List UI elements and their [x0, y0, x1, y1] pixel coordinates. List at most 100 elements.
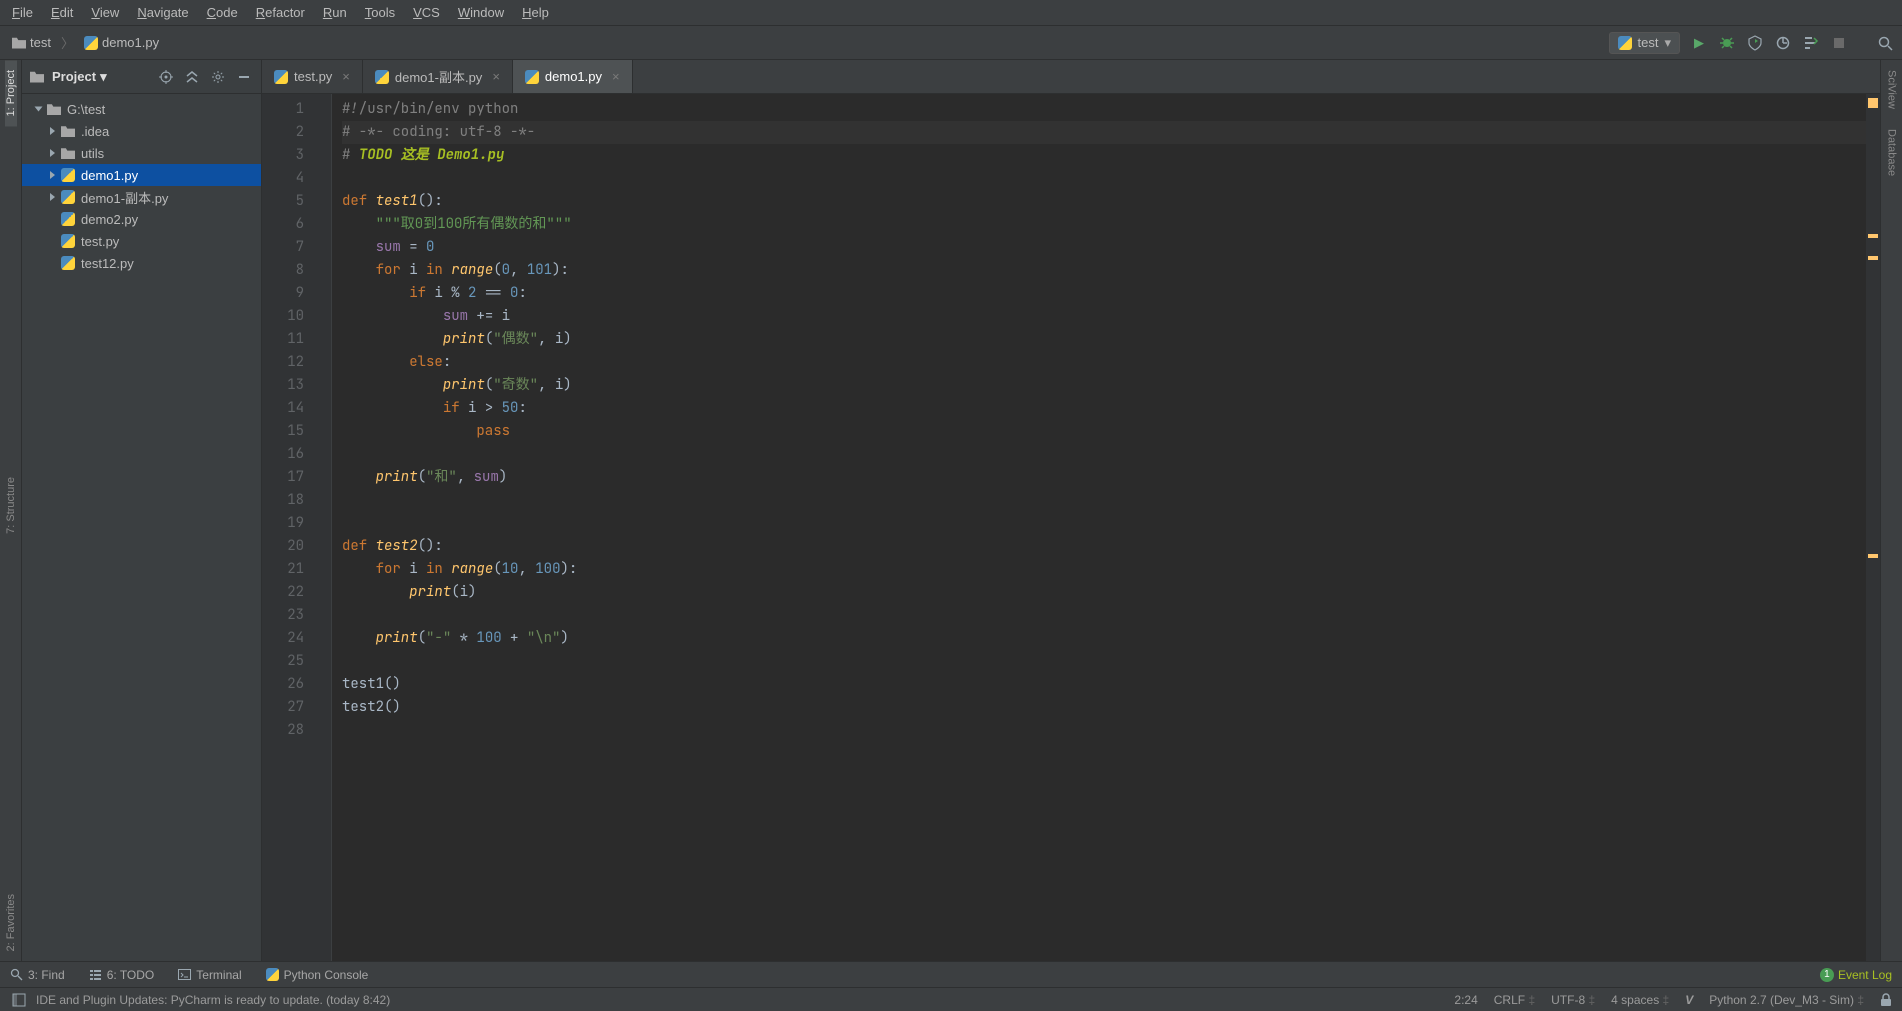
debug-button[interactable] [1718, 34, 1736, 52]
menu-help[interactable]: Help [514, 3, 557, 22]
stop-button[interactable] [1830, 34, 1848, 52]
menu-navigate[interactable]: Navigate [129, 3, 196, 22]
code-line-18[interactable] [342, 489, 1866, 512]
code-line-28[interactable] [342, 719, 1866, 742]
error-stripe[interactable] [1866, 94, 1880, 961]
run-config-selector[interactable]: test ▾ [1609, 32, 1681, 54]
hide-tool-window-button[interactable] [235, 68, 253, 86]
code-line-13[interactable]: print("奇数", i) [342, 374, 1866, 397]
menu-code[interactable]: Code [199, 3, 246, 22]
tool-tab----structure[interactable]: 7: Structure [5, 467, 17, 544]
python-interpreter[interactable]: Python 2.7 (Dev_M3 - Sim) ‡ [1709, 993, 1864, 1007]
tree-item--idea[interactable]: .idea [22, 120, 261, 142]
code-line-3[interactable]: # TODO 这是 Demo1.py [342, 144, 1866, 167]
breadcrumb-root[interactable]: test [8, 33, 55, 52]
close-tab-button[interactable]: × [342, 69, 350, 84]
editor-tab-demo1-py[interactable]: demo1.py× [513, 60, 633, 93]
inspection-indicator[interactable] [1868, 98, 1878, 108]
profile-button[interactable] [1774, 34, 1792, 52]
file-encoding[interactable]: UTF-8 ‡ [1551, 993, 1595, 1007]
project-view-selector[interactable]: Project ▾ [52, 69, 107, 85]
find-tool-button[interactable]: 3: Find [10, 968, 65, 982]
tree-item-demo1----py[interactable]: demo1-副本.py [22, 186, 261, 208]
code-line-9[interactable]: if i % 2 == 0: [342, 282, 1866, 305]
collapse-all-button[interactable] [183, 68, 201, 86]
caret-position[interactable]: 2:24 [1454, 993, 1477, 1007]
warning-marker[interactable] [1868, 234, 1878, 238]
code-line-14[interactable]: if i > 50: [342, 397, 1866, 420]
chevron-down-icon[interactable] [35, 107, 43, 112]
tree-item-g--test[interactable]: G:\test [22, 98, 261, 120]
line-separator[interactable]: CRLF ‡ [1494, 993, 1535, 1007]
code-editor[interactable]: #!/usr/bin/env python# -*- coding: utf-8… [332, 94, 1866, 961]
run-button[interactable]: ▶ [1690, 34, 1708, 52]
coverage-button[interactable] [1746, 34, 1764, 52]
code-line-16[interactable] [342, 443, 1866, 466]
chevron-right-icon[interactable] [50, 193, 55, 201]
fold-gutter[interactable] [318, 94, 332, 961]
python-console-button[interactable]: Python Console [266, 968, 369, 982]
code-line-2[interactable]: # -*- coding: utf-8 -*- [342, 121, 1866, 144]
code-line-7[interactable]: sum = 0 [342, 236, 1866, 259]
editor-tab-test-py[interactable]: test.py× [262, 60, 363, 93]
tree-item-utils[interactable]: utils [22, 142, 261, 164]
close-tab-button[interactable]: × [492, 69, 500, 84]
menu-refactor[interactable]: Refactor [248, 3, 313, 22]
readonly-toggle[interactable] [1880, 993, 1892, 1007]
menu-run[interactable]: Run [315, 3, 355, 22]
tool-tab----favorites[interactable]: 2: Favorites [5, 884, 17, 961]
line-number-gutter[interactable]: 1234567891011121314151617181920212223242… [262, 94, 318, 961]
event-log-button[interactable]: 1 Event Log [1820, 968, 1892, 982]
todo-tool-button[interactable]: 6: TODO [89, 968, 155, 982]
menu-tools[interactable]: Tools [357, 3, 403, 22]
warning-marker[interactable] [1868, 554, 1878, 558]
editor-tab-demo1----py[interactable]: demo1-副本.py× [363, 60, 513, 93]
indent-config[interactable]: 4 spaces ‡ [1611, 993, 1669, 1007]
menu-file[interactable]: File [4, 3, 41, 22]
code-line-17[interactable]: print("和", sum) [342, 466, 1866, 489]
code-line-24[interactable]: print("-" * 100 + "\n") [342, 627, 1866, 650]
chevron-right-icon[interactable] [50, 171, 55, 179]
terminal-tool-button[interactable]: Terminal [178, 968, 241, 982]
code-line-1[interactable]: #!/usr/bin/env python [342, 98, 1866, 121]
code-line-21[interactable]: for i in range(10, 100): [342, 558, 1866, 581]
menu-edit[interactable]: Edit [43, 3, 81, 22]
search-everywhere-button[interactable] [1876, 34, 1894, 52]
breadcrumb-file[interactable]: demo1.py [80, 33, 163, 52]
menu-window[interactable]: Window [450, 3, 512, 22]
warning-marker[interactable] [1868, 256, 1878, 260]
code-line-22[interactable]: print(i) [342, 581, 1866, 604]
code-line-8[interactable]: for i in range(0, 101): [342, 259, 1866, 282]
code-line-20[interactable]: def test2(): [342, 535, 1866, 558]
code-line-25[interactable] [342, 650, 1866, 673]
code-line-6[interactable]: """取0到100所有偶数的和""" [342, 213, 1866, 236]
tool-tab----project[interactable]: 1: Project [5, 60, 17, 126]
settings-button[interactable] [209, 68, 227, 86]
code-line-23[interactable] [342, 604, 1866, 627]
code-line-26[interactable]: test1() [342, 673, 1866, 696]
project-tree[interactable]: G:\test.ideautilsdemo1.pydemo1-副本.pydemo… [22, 94, 261, 961]
code-line-10[interactable]: sum += i [342, 305, 1866, 328]
tree-item-demo2-py[interactable]: demo2.py [22, 208, 261, 230]
tool-tab-database[interactable]: Database [1886, 119, 1898, 186]
tree-item-demo1-py[interactable]: demo1.py [22, 164, 261, 186]
code-line-4[interactable] [342, 167, 1866, 190]
vim-indicator[interactable]: V [1685, 993, 1693, 1007]
close-tab-button[interactable]: × [612, 69, 620, 84]
code-line-27[interactable]: test2() [342, 696, 1866, 719]
chevron-right-icon[interactable] [50, 127, 55, 135]
menu-vcs[interactable]: VCS [405, 3, 448, 22]
code-line-5[interactable]: def test1(): [342, 190, 1866, 213]
tree-item-test12-py[interactable]: test12.py [22, 252, 261, 274]
tree-item-test-py[interactable]: test.py [22, 230, 261, 252]
tool-tab-sciview[interactable]: SciView [1886, 60, 1898, 119]
menu-view[interactable]: View [83, 3, 127, 22]
scroll-from-source-button[interactable] [157, 68, 175, 86]
code-line-15[interactable]: pass [342, 420, 1866, 443]
code-line-12[interactable]: else: [342, 351, 1866, 374]
chevron-right-icon[interactable] [50, 149, 55, 157]
concurrency-button[interactable] [1802, 34, 1820, 52]
code-line-19[interactable] [342, 512, 1866, 535]
code-line-11[interactable]: print("偶数", i) [342, 328, 1866, 351]
tool-windows-quick-access[interactable] [10, 991, 28, 1009]
